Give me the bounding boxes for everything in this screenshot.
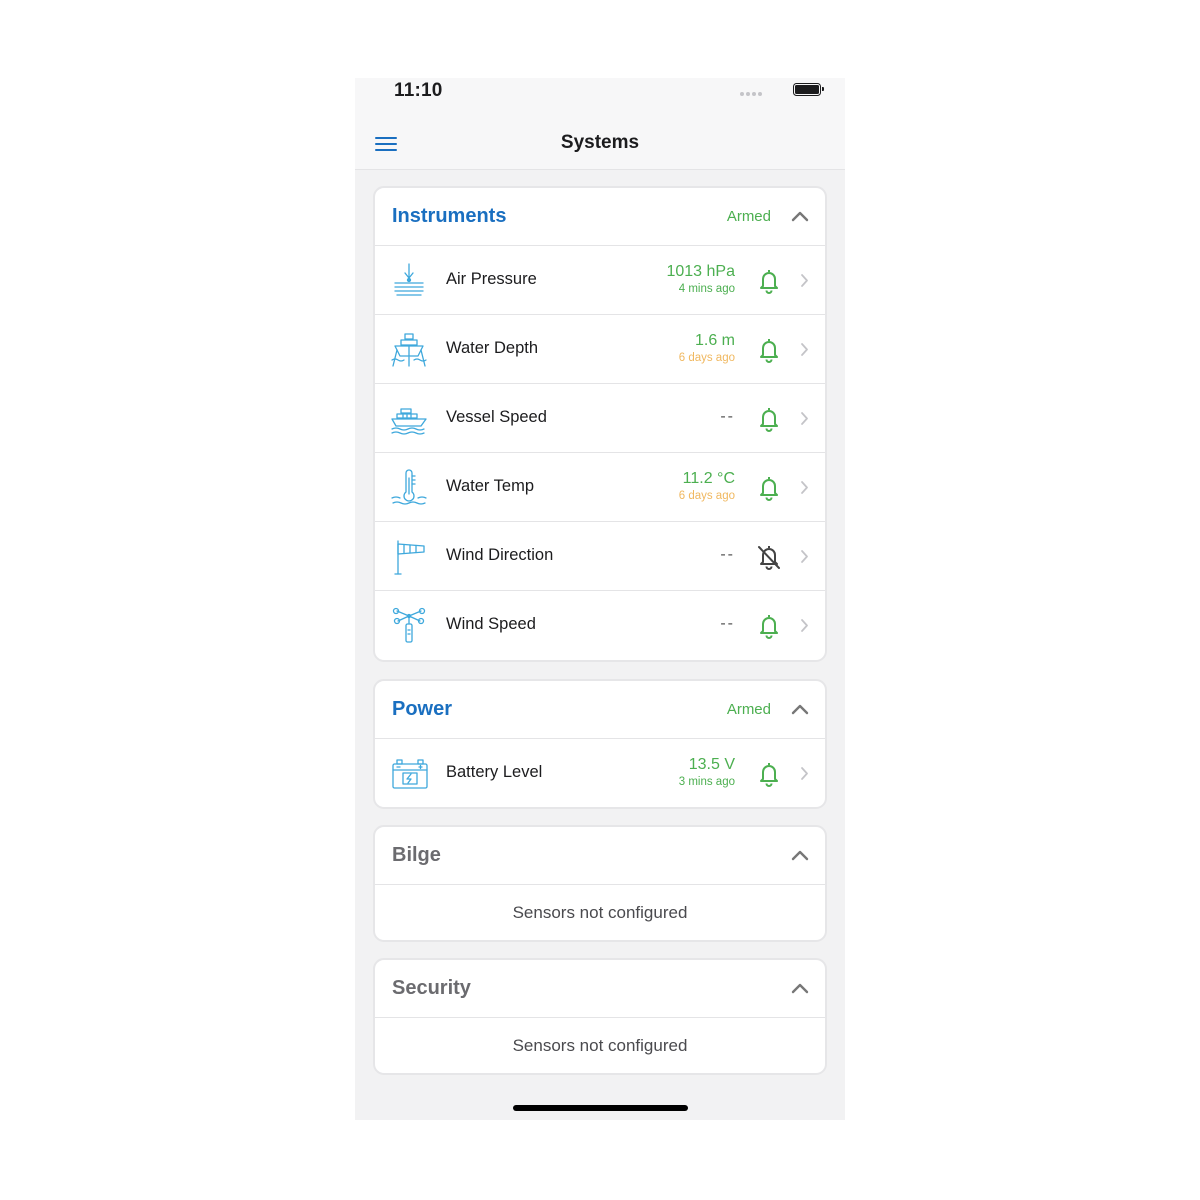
speedboat-icon: [391, 408, 427, 435]
bell-icon[interactable]: [757, 406, 781, 432]
navbar: Systems: [355, 118, 845, 170]
armed-status: Armed: [726, 701, 771, 718]
signal-dots-icon: [740, 92, 762, 96]
bilge-card: Bilge Sensors not configured: [373, 825, 827, 942]
sensor-reading: --: [720, 615, 735, 633]
status-time: 11:10: [394, 80, 443, 101]
home-indicator[interactable]: [513, 1105, 688, 1111]
sensor-value: 1.6 m: [694, 332, 735, 349]
barometer-icon: [394, 263, 424, 296]
instruments-header[interactable]: Instruments Armed: [375, 188, 825, 246]
sensor-label: Air Pressure: [446, 270, 537, 288]
sensor-value: --: [720, 615, 735, 632]
section-title: Security: [392, 977, 471, 999]
instruments-card: Instruments Armed Air Pressure 1013 hPa …: [373, 186, 827, 662]
empty-state-message: Sensors not configured: [512, 903, 688, 922]
sensor-row-battery-level[interactable]: Battery Level 13.5 V 3 mins ago: [375, 739, 825, 807]
sensor-label: Battery Level: [446, 763, 543, 781]
sensor-row-vessel-speed[interactable]: Vessel Speed --: [375, 384, 825, 453]
sensor-reading: 1.6 m 6 days ago: [679, 332, 735, 364]
sensor-timestamp: 6 days ago: [678, 352, 735, 364]
bell-icon[interactable]: [757, 761, 781, 787]
sensor-reading: 13.5 V 3 mins ago: [679, 756, 735, 788]
sensor-label: Vessel Speed: [446, 408, 547, 426]
sensor-label: Water Depth: [446, 339, 539, 357]
section-title: Power: [392, 698, 453, 720]
section-title: Instruments: [392, 205, 507, 227]
sensor-value: 13.5 V: [688, 756, 735, 773]
bell-icon[interactable]: [757, 268, 781, 294]
chevron-right-icon[interactable]: [800, 480, 809, 495]
chevron-up-icon[interactable]: [791, 849, 809, 861]
bilge-header[interactable]: Bilge: [375, 827, 825, 885]
sensor-row-wind-direction[interactable]: Wind Direction --: [375, 522, 825, 591]
sensor-reading: 1013 hPa 4 mins ago: [666, 263, 735, 295]
security-card: Security Sensors not configured: [373, 958, 827, 1075]
sensor-value: 11.2 °C: [682, 470, 735, 487]
chevron-up-icon[interactable]: [791, 210, 809, 222]
sensor-label: Water Temp: [446, 477, 535, 495]
armed-status: Armed: [726, 208, 771, 225]
bell-icon[interactable]: [757, 475, 781, 501]
sensor-timestamp: 6 days ago: [678, 490, 735, 502]
chevron-right-icon[interactable]: [800, 411, 809, 426]
sensor-reading: --: [720, 408, 735, 426]
sensor-label: Wind Direction: [446, 546, 554, 564]
empty-state-message: Sensors not configured: [512, 1036, 688, 1055]
anemometer-icon: [392, 607, 426, 643]
power-card: Power Armed Battery Level 13.5 V 3 mins …: [373, 679, 827, 809]
sensor-timestamp: 4 mins ago: [678, 283, 735, 295]
sensor-timestamp: 3 mins ago: [678, 776, 735, 788]
sensor-row-air-pressure[interactable]: Air Pressure 1013 hPa 4 mins ago: [375, 246, 825, 315]
sensor-row-wind-speed[interactable]: Wind Speed --: [375, 591, 825, 660]
sensor-value: --: [720, 546, 735, 563]
sensor-label: Wind Speed: [446, 615, 536, 633]
chevron-right-icon[interactable]: [800, 766, 809, 781]
water-thermometer-icon: [391, 469, 427, 505]
chevron-right-icon[interactable]: [800, 618, 809, 633]
bell-icon[interactable]: [757, 613, 781, 639]
phone-screen: 11:10 Systems Instruments Armed Air Pres…: [355, 78, 845, 1120]
sensor-value: 1013 hPa: [666, 263, 735, 280]
sensor-reading: 11.2 °C 6 days ago: [679, 470, 735, 502]
chevron-up-icon[interactable]: [791, 703, 809, 715]
battery-icon: [392, 759, 428, 789]
section-title: Bilge: [392, 844, 441, 866]
sensor-row-water-depth[interactable]: Water Depth 1.6 m 6 days ago: [375, 315, 825, 384]
power-header[interactable]: Power Armed: [375, 681, 825, 739]
battery-status-icon: [793, 83, 824, 96]
sensor-reading: --: [720, 546, 735, 564]
windsock-icon: [394, 540, 425, 575]
bell-icon[interactable]: [757, 337, 781, 363]
page-title: Systems: [560, 132, 640, 153]
bell-off-icon[interactable]: [757, 544, 781, 570]
chevron-up-icon[interactable]: [791, 982, 809, 994]
sensor-row-water-temp[interactable]: Water Temp 11.2 °C 6 days ago: [375, 453, 825, 522]
sensor-value: --: [720, 408, 735, 425]
security-header[interactable]: Security: [375, 960, 825, 1018]
chevron-right-icon[interactable]: [800, 273, 809, 288]
chevron-right-icon[interactable]: [800, 549, 809, 564]
chevron-right-icon[interactable]: [800, 342, 809, 357]
depth-boat-icon: [391, 333, 427, 367]
